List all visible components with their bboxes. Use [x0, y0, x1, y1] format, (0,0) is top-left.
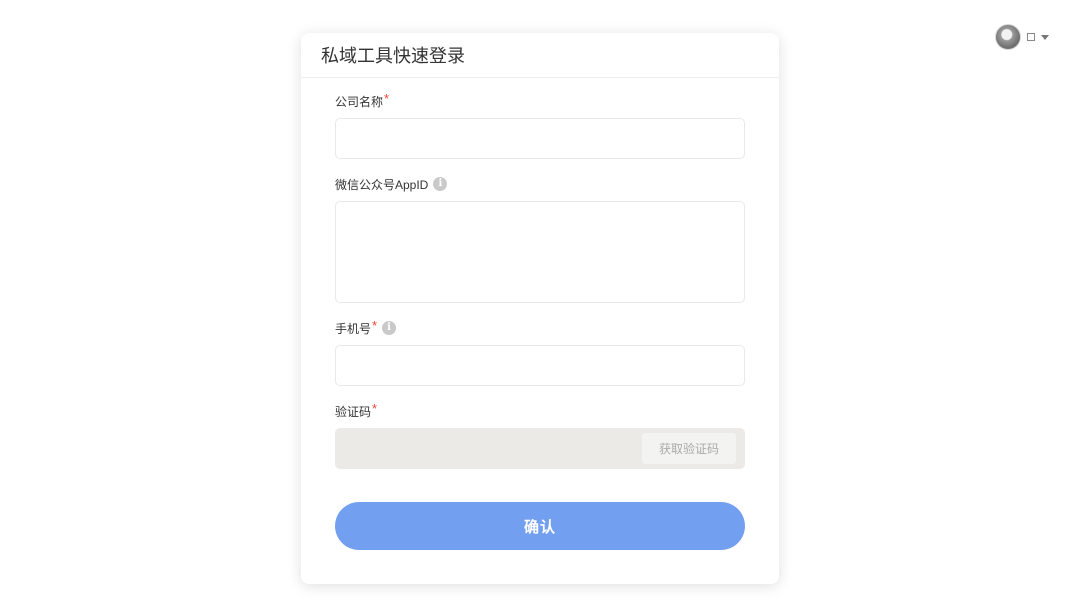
- company-name-label: 公司名称 *: [335, 90, 745, 109]
- phone-input[interactable]: [335, 345, 745, 386]
- company-name-label-text: 公司名称: [335, 94, 384, 109]
- card-title: 私域工具快速登录: [321, 46, 465, 66]
- caret-down-icon[interactable]: [1041, 34, 1049, 40]
- phone-label: 手机号 * i: [335, 317, 745, 336]
- get-code-button[interactable]: 获取验证码: [642, 433, 736, 464]
- info-icon[interactable]: i: [382, 321, 397, 335]
- user-menu[interactable]: □: [995, 24, 1049, 50]
- username: □: [1027, 33, 1035, 41]
- code-label: 验证码 *: [335, 400, 745, 419]
- verification-code-input[interactable]: [335, 428, 635, 469]
- card-header: 私域工具快速登录: [301, 33, 779, 78]
- code-label-text: 验证码: [335, 404, 372, 419]
- appid-label: 微信公众号AppID i: [335, 176, 745, 192]
- user-avatar-icon[interactable]: [995, 24, 1021, 50]
- required-star: *: [384, 90, 390, 106]
- phone-label-text: 手机号: [335, 321, 372, 336]
- appid-label-text: 微信公众号AppID: [335, 177, 429, 192]
- info-icon[interactable]: i: [433, 177, 448, 191]
- login-form: 公司名称 * 微信公众号AppID i 手机号 * i 验证码 * 获取验证码: [335, 90, 745, 469]
- login-card: 私域工具快速登录 公司名称 * 微信公众号AppID i 手机号 * i 验证码…: [301, 33, 779, 584]
- appid-textarea[interactable]: [335, 201, 745, 303]
- verification-code-row: 获取验证码: [335, 428, 745, 469]
- company-name-input[interactable]: [335, 118, 745, 159]
- confirm-button[interactable]: 确认: [335, 502, 745, 550]
- required-star: *: [372, 400, 378, 416]
- required-star: *: [372, 317, 378, 333]
